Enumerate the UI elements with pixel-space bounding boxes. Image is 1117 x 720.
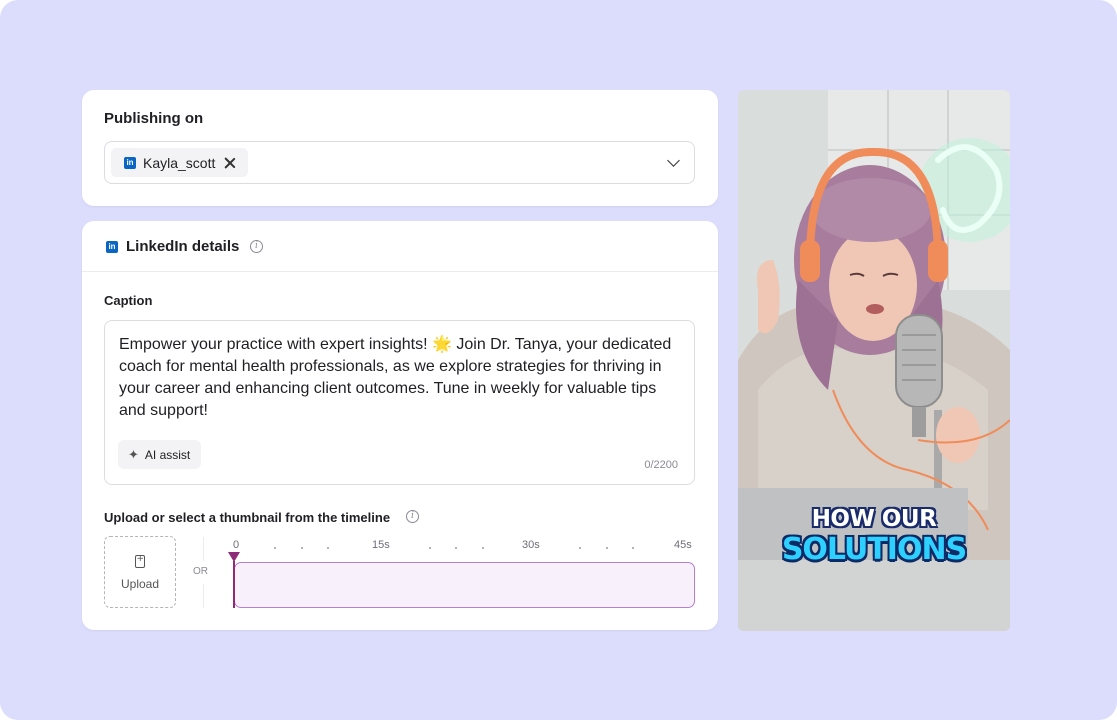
or-divider: [203, 584, 204, 608]
timeline-dot: [429, 547, 431, 549]
preview-caption: HOW OUR SOLUTIONS: [738, 508, 1010, 565]
playhead-handle[interactable]: [228, 552, 240, 562]
timeline-tick-45s: 45s: [674, 539, 692, 551]
playhead-line[interactable]: [233, 561, 235, 608]
timeline-dot: [482, 547, 484, 549]
file-upload-icon: [135, 554, 145, 568]
linkedin-details-card: in LinkedIn details i Caption Empower yo…: [82, 221, 718, 630]
timeline-dot: [579, 547, 581, 549]
timeline-tick-15s: 15s: [372, 539, 390, 551]
timeline-dot: [274, 547, 276, 549]
chevron-down-icon[interactable]: [667, 154, 680, 167]
thumbnail-timeline[interactable]: [234, 562, 695, 608]
close-icon[interactable]: [224, 157, 236, 169]
preview-caption-line1: HOW OUR: [811, 506, 937, 532]
linkedin-icon: in: [106, 241, 118, 253]
timeline-tick-30s: 30s: [522, 539, 540, 551]
account-chip: in Kayla_scott: [111, 148, 249, 177]
timeline-dot: [301, 547, 303, 549]
account-chip-label: Kayla_scott: [143, 154, 216, 171]
timeline-dot: [455, 547, 457, 549]
linkedin-details-header: in LinkedIn details i: [82, 221, 718, 272]
ai-assist-label: AI assist: [144, 447, 191, 462]
timeline-dot: [606, 547, 608, 549]
ai-assist-button[interactable]: ✦ AI assist: [118, 440, 202, 469]
info-icon[interactable]: i: [406, 510, 419, 523]
timeline-dot: [327, 547, 329, 549]
timeline-tick-0: 0: [233, 539, 240, 551]
sparkle-icon: ✦: [128, 447, 139, 462]
video-preview: HOW OUR SOLUTIONS: [738, 90, 1010, 631]
linkedin-icon: in: [124, 156, 136, 169]
thumbnail-label: Upload or select a thumbnail from the ti…: [104, 510, 391, 525]
char-count: 0/2200: [644, 459, 678, 471]
account-select[interactable]: in Kayla_scott: [104, 141, 695, 184]
or-divider: [203, 537, 204, 561]
app-canvas: Publishing on in Kayla_scott in LinkedIn…: [0, 0, 1117, 720]
upload-label: Upload: [120, 577, 160, 591]
caption-text[interactable]: Empower your practice with expert insigh…: [119, 334, 674, 422]
preview-caption-line2: SOLUTIONS: [781, 532, 967, 567]
or-label: OR: [193, 566, 208, 577]
upload-button[interactable]: Upload: [104, 536, 176, 608]
info-icon[interactable]: i: [250, 240, 263, 253]
caption-input[interactable]: Empower your practice with expert insigh…: [104, 320, 695, 485]
caption-label: Caption: [104, 293, 153, 308]
timeline-dot: [632, 547, 634, 549]
linkedin-details-title: LinkedIn details: [126, 238, 240, 255]
publishing-card: Publishing on in Kayla_scott: [82, 90, 718, 206]
publishing-title: Publishing on: [104, 110, 204, 127]
